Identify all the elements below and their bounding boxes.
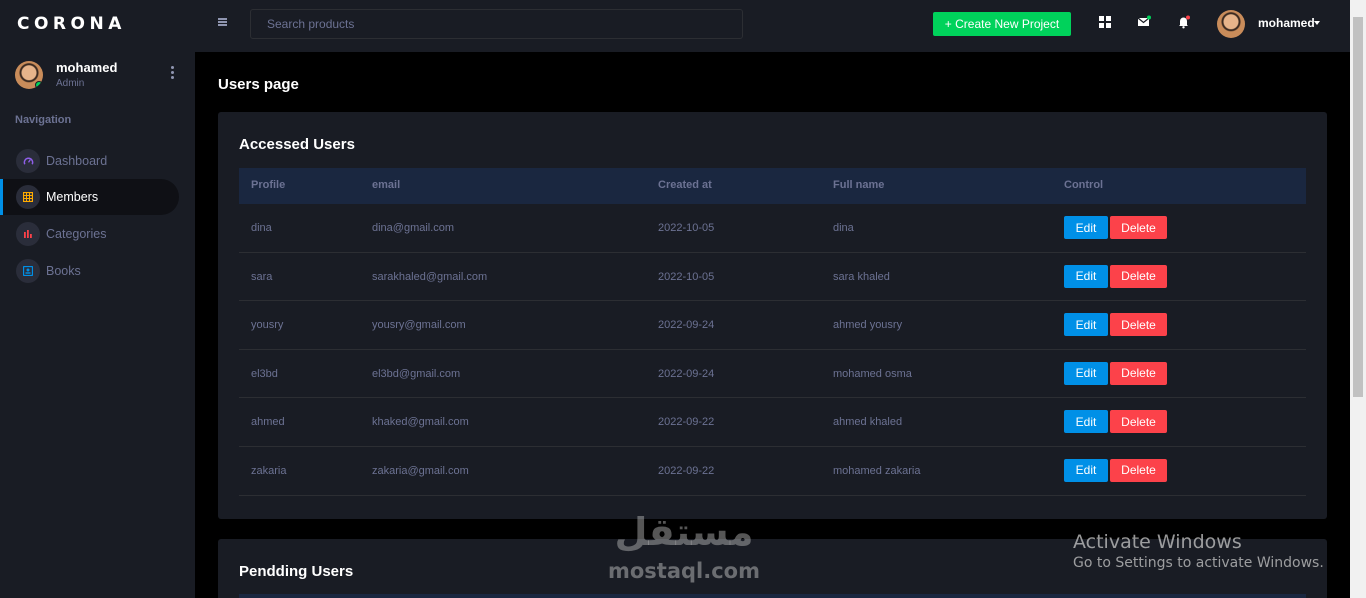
cell-email: yousry@gmail.com [372, 319, 466, 332]
page-scrollbar[interactable] [1350, 0, 1366, 598]
cell-profile: yousry [251, 319, 284, 332]
menu-toggle-icon[interactable] [218, 18, 227, 26]
sidebar: CORONA mohamed Admin Navigation Dashboar… [0, 0, 195, 598]
cell-created-at: 2022-10-05 [658, 222, 715, 234]
sidebar-item-members[interactable]: Members [0, 179, 179, 215]
bell-icon[interactable] [1177, 15, 1191, 29]
cell-created-at: 2022-09-24 [658, 319, 715, 332]
cell-created-at: 2022-09-22 [658, 464, 715, 477]
chart-bar-icon [16, 222, 40, 246]
table-row: el3bd el3bd@gmail.com 2022-09-24 mohamed… [239, 350, 1306, 399]
table-header [239, 594, 1306, 598]
user-avatar[interactable] [1217, 10, 1245, 38]
cell-profile: dina [251, 222, 272, 234]
delete-button[interactable]: Delete [1110, 410, 1167, 434]
column-header: email [372, 179, 401, 191]
accessed-users-card: Accessed Users Profile email Created at … [218, 112, 1327, 519]
cell-full-name: mohamed zakaria [833, 464, 921, 477]
column-header: Full name [833, 179, 885, 191]
cell-full-name: ahmed yousry [833, 319, 903, 332]
brand-logo[interactable]: CORONA [17, 14, 126, 34]
mostaql-watermark: مستقل mostaql.com [604, 510, 764, 590]
table-row: ahmed khaked@gmail.com 2022-09-22 ahmed … [239, 398, 1306, 447]
table-icon [16, 185, 40, 209]
sidebar-item-label: Members [46, 190, 99, 204]
create-new-project-button[interactable]: + Create New Project [933, 12, 1071, 36]
chevron-down-icon[interactable] [1314, 21, 1320, 25]
column-header: Created at [658, 179, 712, 191]
online-status-dot [35, 81, 43, 89]
activate-windows-watermark: Activate Windows Go to Settings to activ… [1073, 531, 1324, 571]
accessed-users-table: Profile email Created at Full name Contr… [239, 168, 1306, 496]
card-title: Pendding Users [239, 563, 354, 580]
delete-button[interactable]: Delete [1110, 361, 1167, 385]
scrollbar-thumb[interactable] [1353, 17, 1363, 397]
speedometer-icon [16, 149, 40, 173]
cell-email: dina@gmail.com [372, 222, 455, 234]
cell-email: el3bd@gmail.com [372, 367, 461, 380]
activate-subtitle: Go to Settings to activate Windows. [1073, 555, 1324, 571]
table-row: dina dina@gmail.com 2022-10-05 dina Edit… [239, 204, 1306, 253]
delete-button[interactable]: Delete [1110, 458, 1167, 482]
topbar: + Create New Project mohamed [195, 0, 1350, 52]
profile-name: mohamed [56, 60, 118, 75]
cell-full-name: ahmed khaled [833, 416, 903, 429]
page-title: Users page [218, 76, 299, 93]
cell-email: zakaria@gmail.com [372, 464, 469, 477]
cell-email: khaked@gmail.com [372, 416, 469, 429]
sidebar-item-dashboard[interactable]: Dashboard [0, 143, 179, 179]
delete-button[interactable]: Delete [1110, 313, 1167, 337]
cell-created-at: 2022-09-22 [658, 416, 715, 429]
cell-full-name: sara khaled [833, 270, 890, 283]
table-row: sara sarakhaled@gmail.com 2022-10-05 sar… [239, 253, 1306, 302]
cell-profile: sara [251, 270, 273, 283]
search-input[interactable] [250, 9, 743, 39]
table-header: Profile email Created at Full name Contr… [239, 168, 1306, 204]
table-row: yousry yousry@gmail.com 2022-09-24 ahmed… [239, 301, 1306, 350]
card-title: Accessed Users [239, 136, 355, 153]
table-row: zakaria zakaria@gmail.com 2022-09-22 moh… [239, 447, 1306, 496]
edit-button[interactable]: Edit [1064, 458, 1108, 482]
sidebar-profile: mohamed Admin [15, 60, 185, 94]
mail-icon[interactable] [1137, 15, 1151, 29]
watermark-arabic: مستقل [614, 510, 754, 554]
edit-button[interactable]: Edit [1064, 361, 1108, 385]
nav-heading: Navigation [15, 114, 72, 126]
column-header: Control [1064, 179, 1104, 191]
column-header: Profile [251, 179, 286, 191]
cell-profile: el3bd [251, 367, 278, 380]
edit-button[interactable]: Edit [1064, 216, 1108, 239]
edit-button[interactable]: Edit [1064, 410, 1108, 434]
user-menu-name[interactable]: mohamed [1258, 16, 1315, 30]
avatar [15, 61, 43, 89]
sidebar-item-categories[interactable]: Categories [0, 216, 179, 252]
sidebar-item-books[interactable]: Books [0, 253, 179, 289]
sidebar-item-label: Books [46, 264, 81, 278]
apps-grid-icon[interactable] [1098, 15, 1112, 29]
cell-full-name: dina [833, 222, 854, 234]
profile-role: Admin [56, 78, 85, 89]
cell-profile: zakaria [251, 464, 287, 477]
cell-full-name: mohamed osma [833, 367, 912, 380]
activate-title: Activate Windows [1073, 531, 1242, 553]
cell-created-at: 2022-10-05 [658, 270, 715, 283]
contacts-icon [16, 259, 40, 283]
cell-profile: ahmed [251, 416, 285, 429]
cell-created-at: 2022-09-24 [658, 367, 715, 380]
edit-button[interactable]: Edit [1064, 264, 1108, 288]
sidebar-item-label: Categories [46, 227, 107, 241]
more-vertical-icon[interactable] [167, 66, 177, 82]
edit-button[interactable]: Edit [1064, 313, 1108, 337]
delete-button[interactable]: Delete [1110, 264, 1167, 288]
sidebar-item-label: Dashboard [46, 154, 108, 168]
cell-email: sarakhaled@gmail.com [372, 270, 488, 283]
watermark-latin: mostaql.com [608, 559, 760, 583]
delete-button[interactable]: Delete [1110, 216, 1167, 239]
